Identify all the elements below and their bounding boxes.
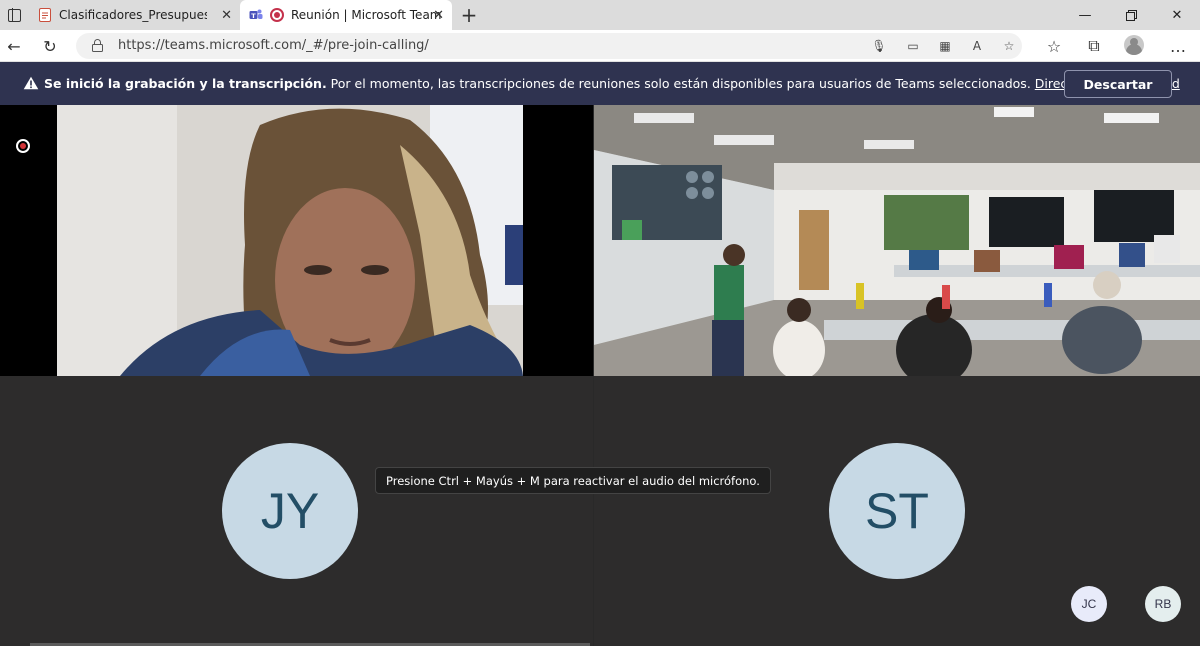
grid-icon[interactable]: ▦ bbox=[936, 37, 954, 55]
video-tile-participant[interactable] bbox=[0, 105, 593, 376]
participant-tile-st[interactable]: ST bbox=[594, 376, 1200, 646]
close-window-button[interactable]: ✕ bbox=[1154, 0, 1200, 30]
microphone-icon[interactable]: 🎙 bbox=[870, 37, 888, 55]
video-tile-room[interactable] bbox=[594, 105, 1200, 376]
tab-actions-button[interactable] bbox=[0, 0, 28, 30]
minimize-button[interactable]: — bbox=[1062, 0, 1108, 30]
banner-bold-text: Se inició la grabación y la transcripció… bbox=[44, 76, 327, 91]
favorites-icon: ☆ bbox=[1046, 36, 1062, 56]
browser-tab-strip: Clasificadores_Presupuestarios_C ✕ T Reu… bbox=[0, 0, 1200, 30]
address-bar[interactable]: https://teams.microsoft.com/_#/pre-join-… bbox=[76, 33, 1022, 59]
tab-label: Clasificadores_Presupuestarios_C bbox=[59, 8, 207, 22]
dismiss-button[interactable]: Descartar bbox=[1064, 70, 1172, 98]
banner-message: Se inició la grabación y la transcripció… bbox=[44, 76, 1180, 91]
teams-icon: T bbox=[249, 9, 263, 20]
participant-avatar: ST bbox=[829, 443, 965, 579]
restore-button[interactable] bbox=[1108, 0, 1154, 30]
minimize-icon: — bbox=[1078, 7, 1092, 23]
add-favorite-icon[interactable]: ☆ bbox=[1000, 37, 1018, 55]
svg-text:T: T bbox=[251, 12, 256, 20]
browser-tab-clasificadores[interactable]: Clasificadores_Presupuestarios_C ✕ bbox=[28, 0, 240, 30]
overflow-participant-avatar[interactable]: JC bbox=[1071, 586, 1107, 622]
tab-label: Reunión | Microsoft Teams bbox=[291, 8, 441, 22]
tab-actions-icon bbox=[7, 7, 21, 22]
recording-tab-icon bbox=[270, 8, 284, 22]
collections-icon: ⧉ bbox=[1088, 36, 1100, 55]
more-icon: … bbox=[1170, 36, 1186, 56]
read-aloud-icon[interactable]: A bbox=[968, 37, 986, 55]
restore-icon bbox=[1125, 9, 1137, 21]
more-options-button[interactable]: … bbox=[1166, 34, 1190, 58]
back-button[interactable]: ← bbox=[2, 34, 26, 58]
participant-video bbox=[0, 105, 593, 376]
refresh-button[interactable]: ↻ bbox=[38, 34, 62, 58]
profile-avatar[interactable] bbox=[1124, 35, 1144, 55]
browser-tab-teams[interactable]: T Reunión | Microsoft Teams ✕ bbox=[240, 0, 452, 30]
recording-indicator-icon bbox=[16, 139, 30, 153]
pdf-icon bbox=[39, 8, 51, 22]
participant-avatar: JY bbox=[222, 443, 358, 579]
room-video bbox=[594, 105, 1200, 376]
overflow-participant-avatar[interactable]: RB bbox=[1145, 586, 1181, 622]
collections-button[interactable]: ⧉ bbox=[1082, 34, 1106, 58]
close-tab-icon[interactable]: ✕ bbox=[221, 8, 232, 23]
refresh-icon: ↻ bbox=[43, 36, 57, 56]
warning-icon bbox=[23, 76, 39, 90]
recording-banner: Se inició la grabación y la transcripció… bbox=[0, 62, 1200, 105]
browser-toolbar: ← ↻ https://teams.microsoft.com/_#/pre-j… bbox=[0, 30, 1200, 62]
close-tab-icon[interactable]: ✕ bbox=[433, 8, 444, 23]
unmute-shortcut-tooltip: Presione Ctrl + Mayús + M para reactivar… bbox=[375, 467, 771, 494]
participant-tile-jy[interactable]: JY bbox=[0, 376, 593, 646]
favorites-button[interactable]: ☆ bbox=[1042, 34, 1066, 58]
meeting-stage: JY ST bbox=[0, 105, 1200, 646]
app-available-icon[interactable]: ▭ bbox=[904, 37, 922, 55]
new-tab-button[interactable]: + bbox=[458, 4, 480, 26]
url-text[interactable]: https://teams.microsoft.com/_#/pre-join-… bbox=[118, 38, 429, 53]
lock-icon bbox=[92, 39, 103, 52]
banner-text: Por el momento, las transcripciones de r… bbox=[326, 76, 1035, 91]
close-icon: ✕ bbox=[1171, 7, 1183, 23]
back-arrow-icon: ← bbox=[7, 36, 21, 56]
